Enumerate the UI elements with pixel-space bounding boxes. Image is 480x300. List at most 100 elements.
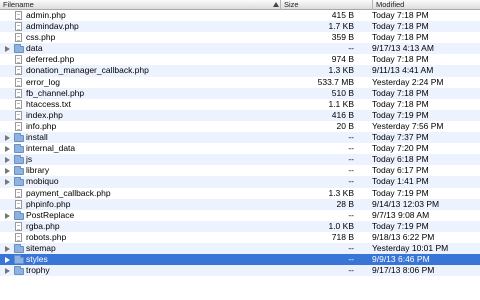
folder-icon (14, 155, 24, 165)
file-size: -- (348, 132, 354, 143)
file-row[interactable]: deferred.php 974 B Today 7:18 PM (0, 54, 480, 65)
file-icon (15, 110, 22, 120)
file-row[interactable]: admin.php 415 B Today 7:18 PM (0, 10, 480, 21)
file-icon (15, 11, 22, 20)
file-name: admin.php (26, 10, 66, 20)
file-name: error_log (26, 76, 61, 87)
file-name: js (26, 154, 33, 165)
folder-row[interactable]: js -- Today 6:18 PM (0, 154, 480, 166)
file-row[interactable]: robots.php 718 B 9/18/13 6:22 PM (0, 232, 480, 243)
file-size: 974 B (331, 54, 354, 65)
file-row[interactable]: htaccess.txt 1.1 KB Today 7:18 PM (0, 99, 480, 110)
disclosure-triangle-icon[interactable] (5, 168, 10, 175)
file-icon (15, 22, 22, 32)
file-size: 359 B (331, 32, 354, 43)
filename-column-header[interactable]: Filename (3, 0, 34, 10)
file-size: -- (348, 165, 354, 176)
file-modified: 9/9/13 6:46 PM (372, 254, 430, 265)
file-modified: Today 7:18 PM (372, 10, 429, 20)
file-icon (15, 188, 22, 198)
disclosure-triangle-icon[interactable] (5, 46, 10, 53)
file-modified: 9/11/13 4:41 AM (372, 65, 434, 76)
file-name: payment_callback.php (26, 187, 111, 198)
column-divider[interactable] (280, 0, 281, 10)
modified-column-header[interactable]: Modified (376, 0, 404, 10)
folder-row[interactable]: mobiquo -- Today 1:41 PM (0, 176, 480, 188)
disclosure-triangle-icon[interactable] (5, 268, 10, 275)
file-modified: Today 7:18 PM (372, 32, 429, 43)
file-size: 1.3 KB (328, 187, 354, 198)
file-name: data (26, 43, 43, 54)
folder-row[interactable]: styles -- 9/9/13 6:46 PM (0, 254, 480, 266)
file-name: robots.php (26, 231, 67, 242)
disclosure-triangle-icon[interactable] (5, 157, 10, 164)
folder-row[interactable]: internal_data -- Today 7:20 PM (0, 143, 480, 154)
folder-icon (14, 255, 24, 265)
file-name: PostReplace (26, 209, 75, 220)
disclosure-triangle-icon[interactable] (5, 257, 10, 264)
file-icon (15, 121, 22, 131)
file-name: donation_manager_callback.php (26, 65, 149, 76)
file-modified: 9/17/13 4:13 AM (372, 43, 434, 54)
file-list: admin.php 415 B Today 7:18 PM admindav.php 1… (0, 10, 480, 277)
folder-icon (14, 133, 24, 143)
folder-row[interactable]: data -- 9/17/13 4:13 AM (0, 43, 480, 55)
file-row[interactable]: donation_manager_callback.php 1.3 KB 9/11/… (0, 65, 480, 77)
file-icon (15, 221, 22, 231)
file-row[interactable]: phpinfo.php 28 B 9/14/13 12:03 PM (0, 198, 480, 210)
disclosure-triangle-icon[interactable] (5, 146, 10, 153)
file-size: -- (348, 254, 354, 265)
file-row[interactable]: rgba.php 1.0 KB Today 7:19 PM (0, 220, 480, 232)
file-row[interactable]: admindav.php 1.7 KB Today 7:18 PM (0, 21, 480, 33)
disclosure-triangle-icon[interactable] (5, 212, 10, 219)
file-row[interactable]: info.php 20 B Yesterday 7:56 PM (0, 121, 480, 132)
file-modified: 9/18/13 6:22 PM (372, 231, 435, 242)
folder-row[interactable]: trophy -- 9/17/13 8:06 PM (0, 265, 480, 277)
file-size: -- (348, 143, 354, 154)
file-name: internal_data (26, 143, 76, 154)
file-modified: Yesterday 7:56 PM (372, 120, 444, 131)
file-icon (15, 99, 22, 109)
file-modified: Today 7:18 PM (372, 87, 429, 98)
file-name: deferred.php (26, 54, 75, 65)
folder-row[interactable]: install -- Today 7:37 PM (0, 132, 480, 144)
file-size: -- (348, 154, 354, 165)
folder-row[interactable]: sitemap -- Yesterday 10:01 PM (0, 242, 480, 255)
file-row[interactable]: index.php 416 B Today 7:19 PM (0, 109, 480, 121)
file-size: 718 B (331, 231, 354, 242)
file-row[interactable]: payment_callback.php 1.3 KB Today 7:19 PM (0, 188, 480, 199)
file-name: phpinfo.php (26, 198, 71, 209)
file-icon (15, 33, 22, 43)
file-row[interactable]: css.php 359 B Today 7:18 PM (0, 32, 480, 43)
file-size: -- (348, 43, 354, 54)
file-modified: 9/7/13 9:08 AM (372, 209, 430, 220)
file-icon (15, 199, 22, 209)
column-divider[interactable] (372, 0, 373, 10)
folder-row[interactable]: PostReplace -- 9/7/13 9:08 AM (0, 210, 480, 221)
file-name: styles (26, 254, 48, 265)
disclosure-triangle-icon[interactable] (5, 135, 10, 142)
file-modified: 9/17/13 8:06 PM (372, 265, 435, 276)
folder-icon (14, 243, 24, 253)
file-modified: Yesterday 10:01 PM (372, 242, 449, 253)
folder-row[interactable]: library -- Today 6:17 PM (0, 165, 480, 176)
file-size: 20 B (336, 120, 355, 131)
file-row[interactable]: error_log 533.7 MB Yesterday 2:24 PM (0, 77, 480, 88)
file-row[interactable]: fb_channel.php 510 B Today 7:18 PM (0, 87, 480, 99)
folder-icon (14, 44, 24, 54)
file-modified: Yesterday 2:24 PM (372, 76, 444, 87)
size-column-header[interactable]: Size (284, 0, 299, 10)
file-name: sitemap (26, 242, 56, 253)
file-name: trophy (26, 265, 50, 276)
file-size: 28 B (336, 198, 355, 209)
file-size: 416 B (331, 109, 354, 120)
file-size: -- (348, 265, 354, 276)
file-icon (15, 88, 22, 98)
file-modified: Today 6:17 PM (372, 165, 429, 176)
disclosure-triangle-icon[interactable] (5, 245, 10, 252)
disclosure-triangle-icon[interactable] (5, 179, 10, 186)
file-name: mobiquo (26, 176, 59, 187)
file-modified: Today 7:20 PM (372, 143, 429, 154)
folder-icon (14, 177, 24, 187)
file-name: htaccess.txt (26, 98, 71, 109)
